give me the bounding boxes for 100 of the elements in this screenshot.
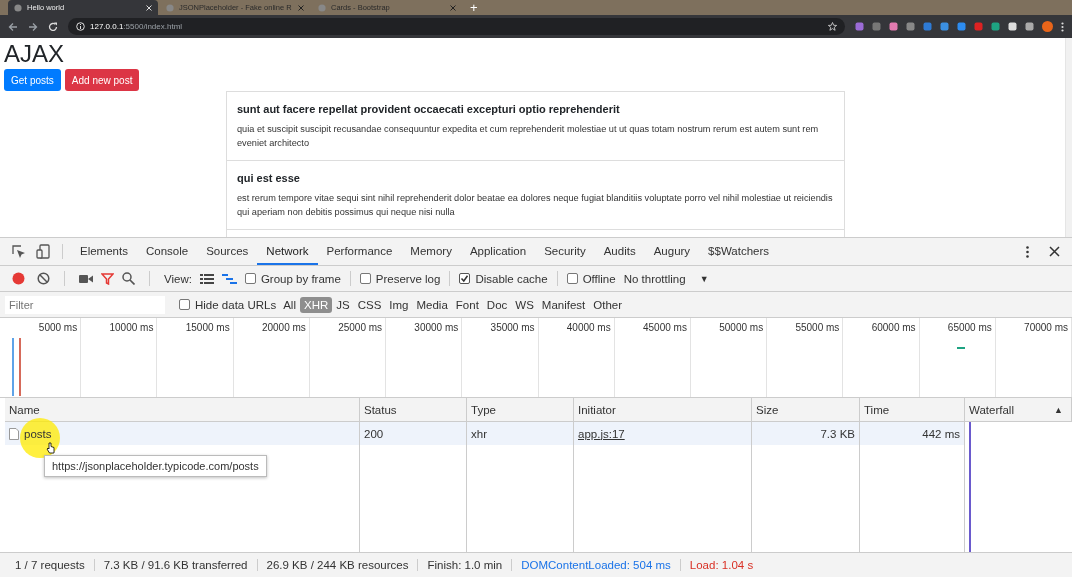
filter-field[interactable]: Filter: [5, 295, 165, 314]
forward-icon[interactable]: [28, 21, 38, 32]
table-cell: xhr: [467, 422, 574, 445]
panel-tab[interactable]: Sources: [197, 238, 258, 265]
globe-icon: [14, 3, 22, 12]
large-rows-icon[interactable]: [199, 273, 214, 284]
panel-tab[interactable]: Memory: [401, 238, 461, 265]
column-header[interactable]: Name: [9, 403, 40, 416]
type-filter-button[interactable]: JS: [332, 296, 354, 313]
column-header[interactable]: Status: [364, 403, 397, 416]
check-icon: [460, 274, 470, 283]
status-text: 1 / 7 requests: [6, 559, 95, 571]
back-icon[interactable]: [8, 21, 18, 32]
type-filter-button[interactable]: Media: [412, 296, 452, 313]
panel-tab[interactable]: $$Watchers: [699, 238, 779, 265]
inspect-icon[interactable]: [12, 244, 26, 259]
column-header[interactable]: Size: [756, 403, 779, 416]
globe-icon: [166, 3, 174, 12]
panel-tab[interactable]: Application: [460, 238, 536, 265]
throttling-dropdown[interactable]: No throttling: [623, 272, 686, 285]
option-label: Group by frame: [260, 272, 341, 285]
panel-tab[interactable]: Elements: [71, 238, 137, 265]
type-filter-button[interactable]: All: [279, 296, 300, 313]
option-label: Disable cache: [475, 272, 548, 285]
time-tick-label: 65000 ms: [947, 322, 992, 333]
panel-tab[interactable]: Console: [136, 238, 198, 265]
more-icon[interactable]: [1026, 245, 1029, 258]
close-icon[interactable]: [1049, 246, 1060, 257]
caret-icon[interactable]: ▼: [699, 273, 709, 284]
column-header[interactable]: Waterfall: [969, 403, 1014, 416]
view-label: View:: [164, 272, 192, 285]
time-tick-label: 10000 ms: [109, 322, 154, 333]
table-cell: 7.3 KB: [752, 422, 860, 445]
dom-content-loaded-line: [12, 338, 14, 396]
checkbox[interactable]: [244, 273, 256, 284]
reload-icon[interactable]: [48, 21, 58, 32]
panel-tab[interactable]: Audits: [594, 238, 645, 265]
type-filter-button[interactable]: Img: [385, 296, 413, 313]
checkbox[interactable]: [179, 299, 190, 310]
time-tick-label: 20000 ms: [261, 322, 306, 333]
address-bar[interactable]: 127.0.0.1:5500/index.html: [68, 18, 845, 35]
panel-tab[interactable]: Performance: [317, 238, 402, 265]
type-filter-button[interactable]: Other: [589, 296, 627, 313]
option-label: Preserve log: [375, 272, 441, 285]
profile-avatar-icon[interactable]: [1042, 21, 1053, 32]
new-tab-button[interactable]: +: [470, 0, 478, 15]
type-filter-button[interactable]: Font: [451, 296, 483, 313]
initiator-link[interactable]: app.js:17: [578, 427, 625, 440]
option-label: Offline: [582, 272, 616, 285]
record-icon[interactable]: [12, 272, 25, 285]
column-header[interactable]: Initiator: [578, 403, 616, 416]
post-body: quia et suscipit suscipit recusandae consequuntur expedita et cum reprehenderit molestiae ut ut quas totam nostrum rerum est autem sunt rem eveniet architecto: [237, 123, 820, 150]
post-title: sunt aut facere repellat provident occaecati excepturi optio reprehenderit: [237, 103, 621, 115]
panel-tab[interactable]: Augury: [644, 238, 700, 265]
request-name[interactable]: posts: [24, 427, 52, 440]
search-icon[interactable]: [122, 272, 135, 285]
camera-icon[interactable]: [79, 273, 93, 284]
table-cell: 200: [360, 422, 467, 445]
panel-tab[interactable]: Security: [535, 238, 595, 265]
time-tick-label: 30000 ms: [414, 322, 459, 333]
column-header[interactable]: Type: [471, 403, 496, 416]
post-body: est rerum tempore vitae sequi sint nihil reprehenderit dolor beatae ea dolores neque fugiat blanditiis voluptate porro vel nihil molestiae ut reiciendis qui aperiam non debitis possimus qui neque nisi nulla: [237, 192, 834, 219]
status-text: 26.9 KB / 244 KB resources: [257, 559, 419, 571]
type-filter-button[interactable]: WS: [511, 296, 538, 313]
time-tick-label: 50000 ms: [719, 322, 764, 333]
time-tick-label: 40000 ms: [566, 322, 611, 333]
checkbox[interactable]: [459, 273, 471, 284]
hand-cursor-icon: [46, 442, 55, 454]
table-cell: 442 ms: [860, 422, 965, 445]
checkbox[interactable]: [359, 273, 371, 284]
status-text: Load: 1.04 s: [688, 559, 755, 571]
info-icon[interactable]: [76, 22, 85, 31]
time-tick-label: 25000 ms: [338, 322, 383, 333]
device-toolbar-icon[interactable]: [36, 244, 50, 259]
menu-icon[interactable]: [1061, 21, 1064, 32]
time-tick-label: 15000 ms: [185, 322, 230, 333]
add-post-button[interactable]: Add new post: [64, 69, 140, 91]
load-line: [19, 338, 21, 396]
checkbox[interactable]: [566, 273, 578, 284]
clear-icon[interactable]: [37, 272, 50, 285]
star-icon[interactable]: [828, 22, 837, 31]
post-title: qui est esse: [237, 172, 301, 184]
type-filter-button[interactable]: Manifest: [537, 296, 590, 313]
time-tick-label: 5000 ms: [38, 322, 78, 333]
time-tick-label: 45000 ms: [643, 322, 687, 333]
filter-icon[interactable]: [101, 272, 114, 285]
time-tick-label: 35000 ms: [490, 322, 535, 333]
status-text: Finish: 1.0 min: [418, 559, 513, 571]
sort-arrow-icon: ▲: [1054, 404, 1063, 415]
time-tick-label: 70000 ms: [1024, 322, 1068, 333]
time-tick-label: 55000 ms: [795, 322, 840, 333]
waterfall-icon[interactable]: [221, 273, 237, 284]
status-text: DOMContentLoaded: 504 ms: [512, 559, 681, 571]
get-posts-button[interactable]: Get posts: [4, 69, 61, 91]
column-header[interactable]: Time: [864, 403, 890, 416]
type-filter-button[interactable]: CSS: [353, 296, 386, 313]
type-filter-button[interactable]: Doc: [482, 296, 512, 313]
page-heading: AJAX: [4, 40, 65, 67]
option-label: Hide data URLs: [195, 298, 277, 311]
globe-icon: [318, 3, 326, 12]
